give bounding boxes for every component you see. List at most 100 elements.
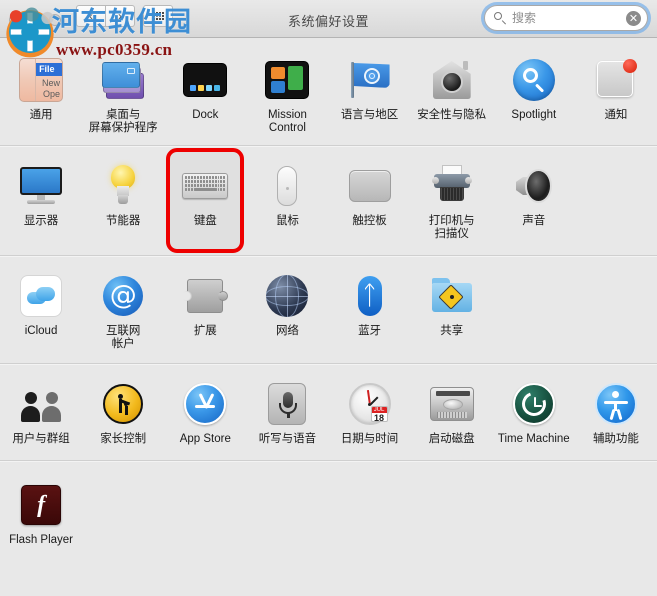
pane-language-region[interactable]: 语言与地区 — [329, 52, 411, 137]
keyboard-icon — [181, 162, 229, 210]
forward-chevron-icon: › — [118, 9, 122, 23]
printers-scanners-icon — [428, 162, 476, 210]
pane-label: 日期与时间 — [340, 433, 399, 445]
search-field[interactable]: ✕ — [484, 5, 648, 31]
pane-empty-hardware — [575, 158, 657, 243]
pane-row-system: 用户与群组 家长控制 App Store 听写与语音 JUL 18 日期与时间 … — [0, 364, 657, 461]
clear-search-icon[interactable]: ✕ — [626, 10, 641, 26]
pane-spotlight[interactable]: Spotlight — [493, 52, 575, 137]
pane-bluetooth[interactable]: ᛏ 蓝牙 — [329, 268, 411, 353]
pane-time-machine[interactable]: Time Machine — [493, 376, 575, 448]
pane-label: 节能器 — [105, 215, 141, 227]
pane-app-store[interactable]: App Store — [164, 376, 246, 448]
pane-label: 通知 — [604, 109, 628, 121]
pane-label: 鼠标 — [275, 215, 299, 227]
pane-icloud[interactable]: iCloud — [0, 268, 82, 353]
pane-sound[interactable]: 声音 — [493, 158, 575, 243]
pane-users-groups[interactable]: 用户与群组 — [0, 376, 82, 448]
pane-label: 语言与地区 — [340, 109, 399, 121]
pane-label: Spotlight — [511, 109, 557, 121]
pane-energy-saver[interactable]: 节能器 — [82, 158, 164, 243]
sharing-icon — [428, 272, 476, 320]
pane-label: 共享 — [440, 325, 464, 337]
pane-label: 家长控制 — [100, 433, 147, 445]
pane-keyboard[interactable]: 键盘 — [166, 148, 245, 253]
search-icon — [493, 11, 507, 25]
pane-empty-other-1 — [82, 477, 164, 549]
pane-sharing[interactable]: 共享 — [411, 268, 493, 353]
app-store-icon — [181, 380, 229, 428]
pane-date-time[interactable]: JUL 18 日期与时间 — [329, 376, 411, 448]
system-preferences-window: ‹ › 系统偏好设置 ✕ — [0, 0, 657, 596]
window-controls — [9, 14, 61, 26]
pane-row-internet: iCloud @ 互联网 帐户 扩展 网络 ᛏ 蓝牙 共享 — [0, 256, 657, 364]
pane-extensions[interactable]: 扩展 — [164, 268, 246, 353]
pane-label: 打印机与 扫描仪 — [428, 215, 475, 240]
pane-startup-disk[interactable]: 启动磁盘 — [411, 376, 493, 448]
calendar-day-label: 18 — [374, 413, 385, 422]
window-toolbar: ‹ › 系统偏好设置 ✕ — [0, 0, 657, 38]
pane-accessibility[interactable]: 辅助功能 — [575, 376, 657, 448]
pane-empty-other-4 — [329, 477, 411, 549]
zoom-window-button[interactable] — [49, 14, 61, 26]
pane-label: iCloud — [24, 325, 58, 337]
extensions-icon — [181, 272, 229, 320]
pane-printers-scanners[interactable]: 打印机与 扫描仪 — [411, 158, 493, 243]
toolbar-navigation-group: ‹ › — [76, 5, 173, 27]
pane-label: 通用 — [29, 109, 53, 121]
pane-label: Time Machine — [497, 433, 570, 445]
back-button[interactable]: ‹ — [76, 5, 106, 27]
dock-icon — [181, 56, 229, 104]
pane-mission-control[interactable]: Mission Control — [246, 52, 328, 137]
bluetooth-icon: ᛏ — [346, 272, 394, 320]
desktop-screensaver-icon — [99, 56, 147, 104]
pane-label: 安全性与隐私 — [417, 109, 487, 121]
pane-empty-other-3 — [246, 477, 328, 549]
pane-general[interactable]: File New Ope 通用 — [0, 52, 82, 137]
pane-empty-other-7 — [575, 477, 657, 549]
pane-internet-accounts[interactable]: @ 互联网 帐户 — [82, 268, 164, 353]
pane-flash-player[interactable]: f Flash Player — [0, 477, 82, 549]
show-all-button[interactable] — [143, 5, 173, 27]
flash-player-icon: f — [17, 481, 65, 529]
dictation-speech-icon — [263, 380, 311, 428]
close-window-button[interactable] — [9, 14, 21, 26]
pane-displays[interactable]: 显示器 — [0, 158, 82, 243]
sound-icon — [510, 162, 558, 210]
pane-empty-internet-2 — [575, 268, 657, 353]
pane-label: 触控板 — [352, 215, 387, 227]
pane-notifications[interactable]: 通知 — [575, 52, 657, 137]
pane-label: Mission Control — [267, 109, 307, 134]
pane-row-personal: File New Ope 通用 桌面与 屏幕保护程序 Dock Mission … — [0, 38, 657, 146]
pane-trackpad[interactable]: 触控板 — [329, 158, 411, 243]
search-field-container[interactable]: ✕ — [484, 5, 648, 31]
pane-parental-controls[interactable]: 家长控制 — [82, 376, 164, 448]
users-groups-icon — [17, 380, 65, 428]
time-machine-icon — [510, 380, 558, 428]
security-privacy-icon — [428, 56, 476, 104]
accessibility-icon — [592, 380, 640, 428]
pane-security-privacy[interactable]: 安全性与隐私 — [411, 52, 493, 137]
pane-desktop-screensaver[interactable]: 桌面与 屏幕保护程序 — [82, 52, 164, 137]
forward-button[interactable]: › — [105, 5, 135, 27]
pane-dictation-speech[interactable]: 听写与语音 — [246, 376, 328, 448]
mouse-icon — [263, 162, 311, 210]
parental-controls-icon — [99, 380, 147, 428]
notifications-icon — [592, 56, 640, 104]
mission-control-icon — [263, 56, 311, 104]
search-input[interactable] — [512, 11, 626, 25]
pane-network[interactable]: 网络 — [246, 268, 328, 353]
displays-icon — [17, 162, 65, 210]
pane-empty-other-5 — [411, 477, 493, 549]
network-icon — [263, 272, 311, 320]
pane-empty-other-2 — [164, 477, 246, 549]
pane-label: 显示器 — [23, 215, 59, 227]
pane-dock[interactable]: Dock — [164, 52, 246, 137]
pane-label: 桌面与 屏幕保护程序 — [88, 109, 158, 134]
pane-label: 听写与语音 — [258, 433, 317, 445]
minimize-window-button[interactable] — [29, 14, 41, 26]
pane-label: 键盘 — [193, 215, 217, 227]
pane-mouse[interactable]: 鼠标 — [246, 158, 328, 243]
back-chevron-icon: ‹ — [89, 9, 93, 23]
preference-panes-grid: File New Ope 通用 桌面与 屏幕保护程序 Dock Mission … — [0, 38, 657, 596]
